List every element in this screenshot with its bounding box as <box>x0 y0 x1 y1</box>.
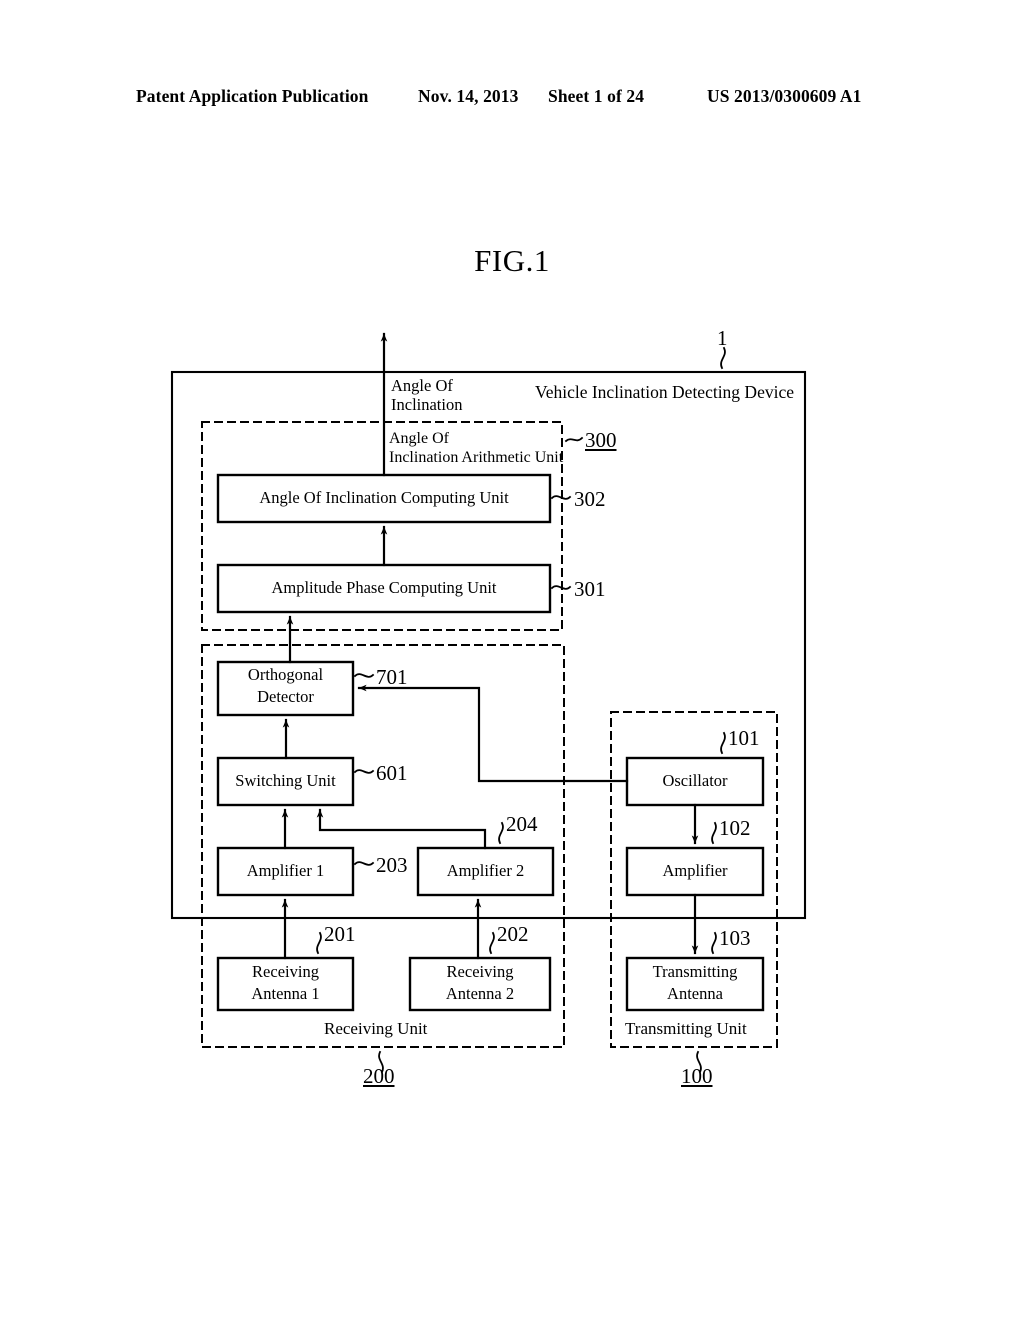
lead-line-701 <box>353 673 375 678</box>
lead-line-103 <box>711 931 717 955</box>
output-signal-label-line2: Inclination <box>391 395 463 414</box>
ref-number-1: 1 <box>717 326 728 350</box>
group-label-arithmetic-unit-line2: Inclination Arithmetic Unit <box>389 449 564 466</box>
ref-number-300: 300 <box>585 428 617 452</box>
lead-line-102 <box>711 821 717 845</box>
ref-number-204: 204 <box>506 812 538 836</box>
lead-line-203 <box>353 861 375 866</box>
device-title: Vehicle Inclination Detecting Device <box>535 382 794 402</box>
diagram-vector-layer <box>170 332 807 1074</box>
lead-line-201 <box>316 931 322 955</box>
lead-line-202 <box>489 931 495 955</box>
block-label-203: Amplifier 1 <box>246 861 325 881</box>
ref-number-601: 601 <box>376 761 408 785</box>
block-label-204: Amplifier 2 <box>446 861 525 881</box>
group-label-transmitting-unit: Transmitting Unit <box>625 1019 747 1038</box>
block-label-201-line1: Receiving <box>252 961 319 981</box>
block-label-102: Amplifier <box>662 861 728 881</box>
ref-number-100: 100 <box>681 1064 713 1088</box>
block-label-301: Amplitude Phase Computing Unit <box>271 578 497 598</box>
group-label-receiving-unit: Receiving Unit <box>324 1019 428 1038</box>
block-label-103-line1: Transmitting <box>652 961 738 981</box>
figure-1-block-diagram: Vehicle Inclination Detecting Device 1 A… <box>0 0 1024 1320</box>
block-label-302: Angle Of Inclination Computing Unit <box>259 488 509 508</box>
group-label-arithmetic-unit-line1: Angle Of <box>389 430 449 447</box>
block-label-701-line1: Orthogonal <box>247 664 324 684</box>
lead-line-301 <box>550 585 572 590</box>
ref-number-701: 701 <box>376 665 408 689</box>
ref-number-202: 202 <box>497 922 529 946</box>
block-label-101: Oscillator <box>662 771 728 791</box>
ref-number-203: 203 <box>376 853 408 877</box>
lead-line-1 <box>720 346 726 370</box>
lead-line-302 <box>550 495 572 500</box>
block-label-103-line2: Antenna <box>667 983 723 1003</box>
connector-204-to-601 <box>316 808 487 850</box>
block-label-601: Switching Unit <box>235 771 336 791</box>
ref-number-102: 102 <box>719 816 751 840</box>
lead-line-101 <box>720 731 726 755</box>
lead-line-204 <box>498 821 504 845</box>
block-label-202-line1: Receiving <box>446 961 514 981</box>
output-signal-label-line1: Angle Of <box>391 376 453 395</box>
ref-number-200: 200 <box>363 1064 395 1088</box>
ref-number-101: 101 <box>728 726 760 750</box>
ref-number-201: 201 <box>324 922 356 946</box>
lead-line-601 <box>353 769 375 774</box>
block-label-202-line2: Antenna 2 <box>445 983 515 1003</box>
block-label-701-line2: Detector <box>257 686 314 706</box>
lead-line-300 <box>564 436 584 443</box>
ref-number-103: 103 <box>719 926 751 950</box>
ref-number-302: 302 <box>574 487 606 511</box>
block-label-201-line2: Antenna 1 <box>251 983 320 1003</box>
ref-number-301: 301 <box>574 577 606 601</box>
